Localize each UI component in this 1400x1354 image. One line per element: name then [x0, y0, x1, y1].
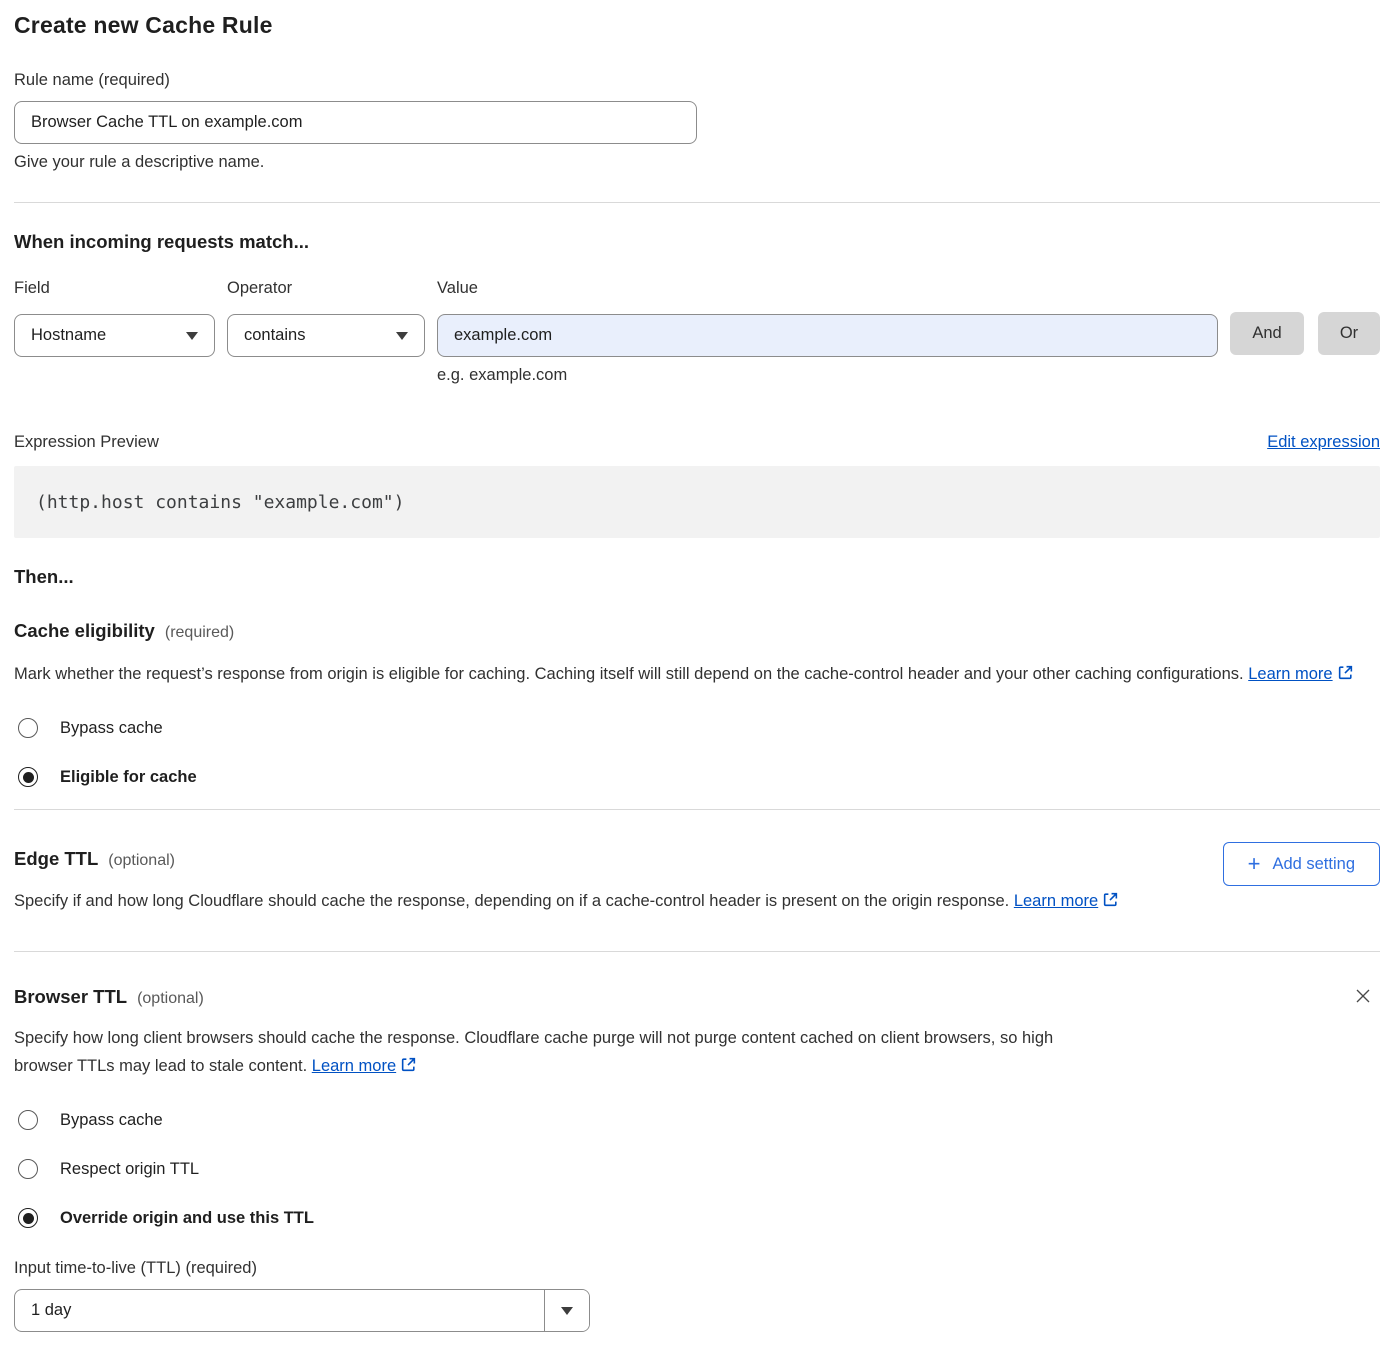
- match-builder-row: Field Hostname Operator contains Value e…: [14, 279, 1380, 385]
- radio-respect-origin-ttl[interactable]: Respect origin TTL: [14, 1159, 1380, 1179]
- edit-expression-link[interactable]: Edit expression: [1267, 433, 1380, 452]
- operator-column: Operator contains: [227, 279, 425, 385]
- value-input[interactable]: [437, 314, 1218, 357]
- external-link-icon: [400, 1056, 417, 1073]
- ttl-select-value: 1 day: [15, 1290, 544, 1331]
- rule-name-block: Rule name (required) Give your rule a de…: [14, 71, 1380, 172]
- chevron-down-icon: [396, 332, 408, 340]
- radio-label: Eligible for cache: [60, 768, 197, 787]
- expression-code: (http.host contains "example.com"): [36, 492, 404, 513]
- field-column: Field Hostname: [14, 279, 215, 385]
- radio-eligible-for-cache[interactable]: Eligible for cache: [14, 767, 1380, 787]
- radio-label: Bypass cache: [60, 719, 163, 738]
- radio-circle-icon[interactable]: [18, 718, 38, 738]
- operator-select[interactable]: contains: [227, 314, 425, 357]
- cache-eligibility-description-text: Mark whether the request’s response from…: [14, 665, 1244, 683]
- radio-label: Respect origin TTL: [60, 1160, 199, 1179]
- match-heading: When incoming requests match...: [14, 231, 1380, 253]
- browser-ttl-qualifier: (optional): [137, 990, 204, 1008]
- cache-eligibility-qualifier: (required): [165, 624, 234, 642]
- radio-circle-icon[interactable]: [18, 1110, 38, 1130]
- rule-name-help: Give your rule a descriptive name.: [14, 153, 1380, 172]
- expression-preview-row: Expression Preview Edit expression: [14, 433, 1380, 452]
- browser-ttl-learn-more-link[interactable]: Learn more: [312, 1057, 396, 1075]
- value-column: Value e.g. example.com: [437, 279, 1218, 385]
- edge-ttl-learn-more-link[interactable]: Learn more: [1014, 892, 1098, 910]
- operator-select-value: contains: [244, 326, 305, 345]
- external-link-icon: [1337, 664, 1354, 681]
- rule-name-label: Rule name (required): [14, 71, 1380, 90]
- ttl-select[interactable]: 1 day: [14, 1289, 590, 1332]
- cache-eligibility-learn-more-link[interactable]: Learn more: [1248, 665, 1332, 683]
- plus-icon: +: [1248, 853, 1261, 875]
- section-divider: [14, 951, 1380, 952]
- radio-label: Override origin and use this TTL: [60, 1209, 314, 1228]
- or-button[interactable]: Or: [1318, 312, 1380, 355]
- browser-ttl-title: Browser TTL: [14, 986, 127, 1008]
- field-label: Field: [14, 279, 215, 298]
- radio-circle-selected-icon[interactable]: [18, 1208, 38, 1228]
- field-select-value: Hostname: [31, 326, 106, 345]
- edge-ttl-description: Specify if and how long Cloudflare shoul…: [14, 887, 1134, 915]
- cache-eligibility-header: Cache eligibility (required): [14, 620, 1380, 642]
- radio-circle-icon[interactable]: [18, 1159, 38, 1179]
- edge-ttl-header: Edge TTL (optional) +Add setting: [14, 848, 1380, 870]
- close-icon[interactable]: [1352, 986, 1374, 1008]
- radio-override-origin-ttl[interactable]: Override origin and use this TTL: [14, 1208, 1380, 1228]
- chevron-down-icon: [561, 1307, 573, 1315]
- add-setting-button[interactable]: + Add setting: [1223, 842, 1380, 886]
- cache-eligibility-description: Mark whether the request’s response from…: [14, 660, 1354, 688]
- page-title: Create new Cache Rule: [14, 12, 1380, 39]
- browser-ttl-description: Specify how long client browsers should …: [14, 1024, 1109, 1080]
- expression-preview-label: Expression Preview: [14, 433, 159, 452]
- operator-label: Operator: [227, 279, 425, 298]
- radio-browser-bypass-cache[interactable]: Bypass cache: [14, 1110, 1380, 1130]
- expression-code-block: (http.host contains "example.com"): [14, 466, 1380, 538]
- cache-eligibility-title: Cache eligibility: [14, 620, 155, 642]
- radio-label: Bypass cache: [60, 1111, 163, 1130]
- rule-name-input[interactable]: [14, 101, 697, 144]
- and-or-buttons: And Or: [1230, 279, 1380, 385]
- ttl-select-caret-box[interactable]: [544, 1290, 589, 1331]
- section-divider: [14, 202, 1380, 203]
- add-setting-label: Add setting: [1272, 855, 1355, 874]
- value-label: Value: [437, 279, 1218, 298]
- external-link-icon: [1102, 891, 1119, 908]
- edge-ttl-qualifier: (optional): [108, 852, 175, 870]
- ttl-input-label: Input time-to-live (TTL) (required): [14, 1259, 1380, 1278]
- radio-bypass-cache[interactable]: Bypass cache: [14, 718, 1380, 738]
- chevron-down-icon: [186, 332, 198, 340]
- section-divider: [14, 809, 1380, 810]
- then-heading: Then...: [14, 566, 1380, 588]
- radio-circle-selected-icon[interactable]: [18, 767, 38, 787]
- edge-ttl-description-text: Specify if and how long Cloudflare shoul…: [14, 892, 1009, 910]
- and-button[interactable]: And: [1230, 312, 1304, 355]
- field-select[interactable]: Hostname: [14, 314, 215, 357]
- browser-ttl-description-text: Specify how long client browsers should …: [14, 1029, 1053, 1075]
- value-help: e.g. example.com: [437, 366, 1218, 385]
- browser-ttl-header: Browser TTL (optional): [14, 986, 1380, 1008]
- edge-ttl-title: Edge TTL: [14, 848, 98, 870]
- create-cache-rule-form: Create new Cache Rule Rule name (require…: [14, 12, 1380, 1332]
